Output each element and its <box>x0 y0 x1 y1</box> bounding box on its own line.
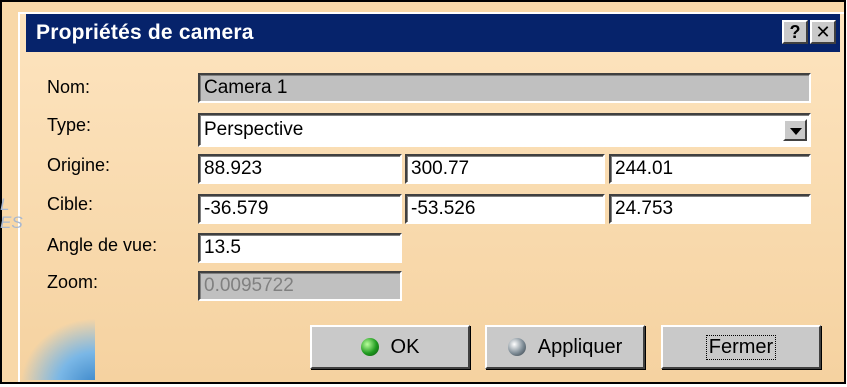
help-button[interactable]: ? <box>782 20 808 44</box>
apply-button[interactable]: Appliquer <box>485 325 645 369</box>
watermark-text-1: L <box>0 195 10 214</box>
ok-button[interactable]: OK <box>310 325 470 369</box>
target-y-field[interactable]: -53.526 <box>405 194 605 224</box>
origin-z-field[interactable]: 244.01 <box>609 154 811 184</box>
target-x-field[interactable]: -36.579 <box>198 194 402 224</box>
ok-label: OK <box>390 335 420 358</box>
target-label: Cible: <box>47 194 94 214</box>
zoom-field: 0.0095722 <box>198 271 402 301</box>
angle-label: Angle de vue: <box>47 235 158 255</box>
window-title: Propriétés de camera <box>36 21 254 44</box>
origin-label: Origine: <box>47 155 111 175</box>
origin-x-field[interactable]: 88.923 <box>198 154 402 184</box>
type-select[interactable]: Perspective <box>198 113 811 147</box>
close-label: Fermer <box>705 334 777 360</box>
close-icon: ✕ <box>815 22 831 42</box>
green-status-icon <box>360 338 379 356</box>
name-field[interactable]: Camera 1 <box>198 73 811 103</box>
type-label: Type: <box>47 115 92 135</box>
decorative-swoosh <box>20 318 95 380</box>
title-bar[interactable]: Propriétés de camera ? ✕ <box>26 14 840 52</box>
background-watermark: L ES <box>0 196 23 232</box>
close-button[interactable]: Fermer <box>661 325 821 369</box>
zoom-label: Zoom: <box>47 272 99 292</box>
apply-label: Appliquer <box>537 335 623 358</box>
close-window-button[interactable]: ✕ <box>810 20 836 44</box>
name-label: Nom: <box>47 77 91 97</box>
view-angle-field[interactable]: 13.5 <box>198 233 402 263</box>
dropdown-button[interactable] <box>783 119 807 141</box>
origin-y-field[interactable]: 300.77 <box>405 154 605 184</box>
watermark-text-2: ES <box>0 213 23 232</box>
gray-status-icon <box>507 338 526 356</box>
type-selected-value: Perspective <box>204 119 304 140</box>
target-z-field[interactable]: 24.753 <box>609 194 811 224</box>
chevron-down-icon <box>790 128 802 135</box>
help-icon: ? <box>789 22 801 42</box>
